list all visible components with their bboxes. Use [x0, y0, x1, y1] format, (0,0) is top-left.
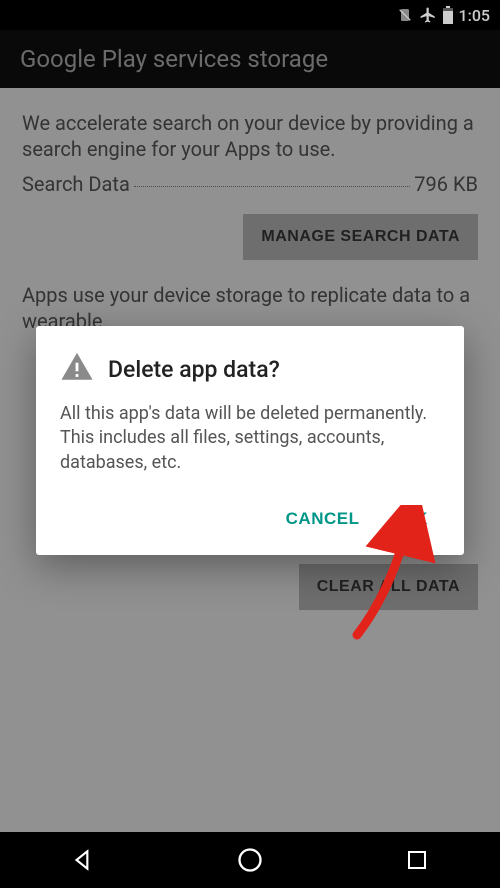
status-time: 1:05	[459, 6, 491, 25]
home-button[interactable]	[210, 832, 290, 888]
dialog-title: Delete app data?	[108, 356, 280, 383]
no-sim-icon	[397, 7, 413, 23]
status-bar: 1:05	[0, 0, 500, 30]
dialog-body: All this app's data will be deleted perm…	[60, 402, 440, 475]
overview-button[interactable]	[377, 832, 457, 888]
delete-app-data-dialog: Delete app data? All this app's data wil…	[36, 326, 464, 555]
back-button[interactable]	[43, 832, 123, 888]
battery-icon	[443, 6, 453, 24]
cancel-button[interactable]: CANCEL	[280, 501, 366, 537]
navigation-bar	[0, 832, 500, 888]
ok-button[interactable]: OK	[396, 501, 435, 537]
dialog-actions: CANCEL OK	[60, 497, 440, 545]
airplane-mode-icon	[419, 6, 437, 24]
alert-icon	[60, 350, 94, 388]
